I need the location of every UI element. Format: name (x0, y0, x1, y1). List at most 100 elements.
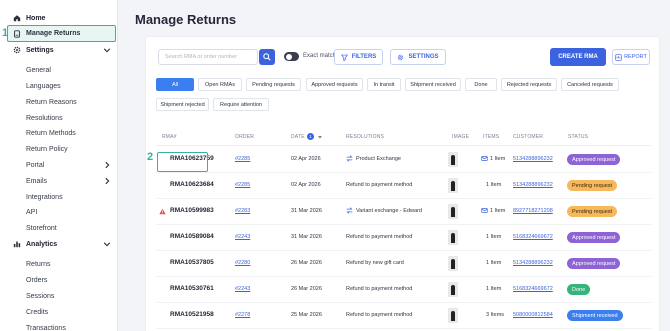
sidebar-item-general[interactable]: General (0, 62, 118, 78)
customer-link[interactable]: 5134288896232 (513, 182, 553, 188)
return-date: 25 Mar 2026 (291, 312, 322, 318)
table-row[interactable]: RMA10623759 #2285 02 Apr 2026 Product Excha… (156, 147, 651, 173)
col-rma: RMA# (162, 134, 177, 140)
rma-number[interactable]: RMA10589084 (170, 233, 214, 240)
order-link[interactable]: #2280 (235, 260, 250, 266)
sidebar-item-transactions[interactable]: Transactions (0, 320, 118, 331)
sidebar-item-sessions[interactable]: Sessions (0, 288, 118, 304)
rma-number[interactable]: RMA10530761 (170, 285, 214, 292)
table-row[interactable]: RMA10537805 #2280 26 Mar 2026 Refund by new… (156, 251, 651, 277)
items-count: 1 Item (490, 208, 506, 214)
search-icon (263, 53, 271, 61)
filter-chip-canceled-requests[interactable]: Canceled requests (561, 78, 619, 91)
filter-chip-open-rmas[interactable]: Open RMAs (198, 78, 242, 91)
sidebar-item-integrations[interactable]: Integrations (0, 189, 118, 205)
table-row[interactable]: RMA10599983 #2283 31 Mar 2026 Variant excha… (156, 199, 651, 225)
chevron-right-icon[interactable] (103, 177, 111, 185)
filter-chip-shipment-received[interactable]: Shipment received (405, 78, 461, 91)
rma-number[interactable]: RMA10599983 (170, 207, 214, 214)
table-row[interactable]: RMA10623684 #2285 02 Apr 2026 Refund to pay… (156, 173, 651, 199)
sidebar-item-label: Returns (26, 260, 51, 268)
rma-number[interactable]: RMA10623684 (170, 181, 214, 188)
settings-button[interactable]: SETTINGS (390, 49, 446, 65)
filter-chip-rejected-requests[interactable]: Rejected requests (501, 78, 557, 91)
filter-chip-all[interactable]: All (156, 78, 194, 91)
sidebar-item-analytics[interactable]: Analytics (0, 236, 118, 252)
sort-down-icon[interactable] (318, 135, 322, 139)
customer-link[interactable]: 5134288896232 (513, 156, 553, 162)
status-badge: Approved request (567, 232, 621, 243)
sidebar-item-resolutions[interactable]: Resolutions (0, 110, 118, 126)
sidebar-item-return-policy[interactable]: Return Policy (0, 141, 118, 157)
filter-chip-in-transit[interactable]: In transit (367, 78, 401, 91)
order-link[interactable]: #2243 (235, 286, 250, 292)
table-row[interactable]: RMA10521958 #2278 25 Mar 2026 Refund to pay… (156, 303, 651, 329)
filters-button[interactable]: FILTERS (334, 49, 383, 65)
sidebar-item-return-methods[interactable]: Return Methods (0, 125, 118, 141)
page-title: Manage Returns (135, 12, 237, 27)
sidebar-item-label: Return Reasons (26, 98, 77, 106)
customer-link[interactable]: 5168324669672 (513, 286, 553, 292)
exchange-icon (346, 155, 353, 162)
product-image[interactable] (448, 230, 458, 245)
sidebar-item-languages[interactable]: Languages (0, 78, 118, 94)
exact-match-toggle[interactable] (284, 52, 299, 61)
filter-chip-label: Approved requests (311, 81, 358, 88)
sidebar-item-label: Languages (26, 82, 61, 90)
create-rma-button[interactable]: CREATE RMA (550, 48, 606, 66)
order-link[interactable]: #2243 (235, 234, 250, 240)
sidebar-item-api[interactable]: API (0, 204, 118, 220)
order-link[interactable]: #2283 (235, 208, 250, 214)
sidebar-item-storefront[interactable]: Storefront (0, 220, 118, 236)
filter-chip-pending-requests[interactable]: Pending requests (246, 78, 301, 91)
rma-number[interactable]: RMA10521958 (170, 311, 214, 318)
sidebar-item-home[interactable]: Home (0, 10, 118, 26)
col-resolutions: RESOLUTIONS (346, 134, 385, 140)
filter-chip-shipment-rejected[interactable]: Shipment rejected (156, 98, 209, 111)
col-date[interactable]: DATE (291, 134, 305, 140)
customer-link[interactable]: 8927718271208 (513, 208, 553, 214)
order-link[interactable]: #2285 (235, 182, 250, 188)
filter-chip-label: Open RMAs (205, 81, 235, 88)
filter-chip-approved-requests[interactable]: Approved requests (306, 78, 363, 91)
product-image[interactable] (448, 256, 458, 271)
filter-chip-done[interactable]: Done (465, 78, 497, 91)
chevron-down-icon[interactable] (103, 46, 111, 54)
order-link[interactable]: #2278 (235, 312, 250, 318)
filter-chip-require-attention[interactable]: Require attention (213, 98, 269, 111)
items-count: 3 Items (486, 312, 505, 318)
order-link[interactable]: #2285 (235, 156, 250, 162)
product-image[interactable] (448, 204, 458, 219)
customer-link[interactable]: 5080000812584 (513, 312, 553, 318)
sidebar-item-return-reasons[interactable]: Return Reasons (0, 94, 118, 110)
customer-link[interactable]: 5168324669672 (513, 234, 553, 240)
settings-label: SETTINGS (408, 54, 439, 60)
sidebar-item-credits[interactable]: Credits (0, 304, 118, 320)
product-image[interactable] (448, 178, 458, 193)
sidebar-item-portal[interactable]: Portal (0, 157, 118, 173)
product-image[interactable] (448, 152, 458, 167)
resolution: Product Exchange (356, 156, 401, 162)
sidebar-item-orders[interactable]: Orders (0, 272, 118, 288)
search-input[interactable]: Search RMA or order number (158, 49, 258, 65)
date-sort-badge[interactable]: 1 (307, 133, 314, 140)
sidebar-item-emails[interactable]: Emails (0, 173, 118, 189)
table-row[interactable]: RMA10530761 #2243 26 Mar 2026 Refund to pay… (156, 277, 651, 303)
chevron-down-icon[interactable] (103, 240, 111, 248)
home-icon (13, 14, 21, 22)
sidebar-item-label: Settings (26, 46, 54, 54)
status-badge: Pending request (567, 180, 618, 191)
product-image[interactable] (448, 308, 458, 323)
rma-number[interactable]: RMA10537805 (170, 259, 214, 266)
sidebar-item-label: Portal (26, 161, 45, 169)
chevron-right-icon[interactable] (103, 161, 111, 169)
sidebar-item-manage-returns[interactable]: Manage Returns (7, 25, 116, 42)
search-button[interactable] (259, 49, 275, 65)
report-button[interactable]: REPORT (612, 49, 650, 65)
sidebar-item-returns[interactable]: Returns (0, 256, 118, 272)
table-row[interactable]: RMA10589084 #2243 31 Mar 2026 Refund to pay… (156, 225, 651, 251)
sidebar-item-settings[interactable]: Settings (0, 42, 118, 58)
customer-link[interactable]: 5134288896232 (513, 260, 553, 266)
header-divider (156, 145, 651, 146)
product-image[interactable] (448, 282, 458, 297)
